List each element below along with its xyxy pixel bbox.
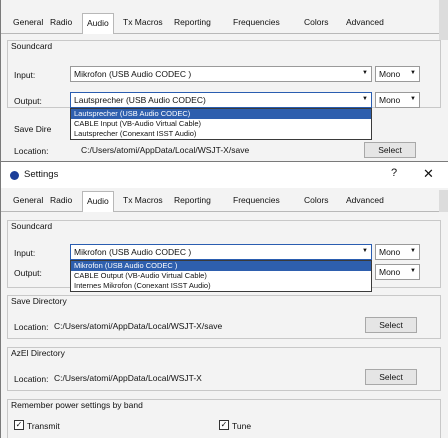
save-location-label: Location: bbox=[14, 322, 49, 332]
window-title: Settings bbox=[24, 169, 59, 180]
save-path-field[interactable]: C:/Users/atomi/AppData/Local/WSJT-X/save bbox=[53, 142, 353, 158]
tab-scroll-edge[interactable] bbox=[439, 190, 448, 212]
save-select-button[interactable]: Select bbox=[364, 142, 416, 158]
close-icon[interactable]: ✕ bbox=[423, 166, 434, 182]
tab-radio[interactable]: Radio bbox=[50, 195, 72, 205]
input-channel-combo[interactable]: Mono ▼ bbox=[375, 66, 420, 82]
output-dropdown-item[interactable]: CABLE Input (VB-Audio Virtual Cable) bbox=[71, 119, 371, 129]
chevron-down-icon: ▼ bbox=[362, 70, 368, 76]
tab-reporting[interactable]: Reporting bbox=[174, 17, 211, 27]
soundcard-label: Soundcard bbox=[11, 41, 53, 51]
save-path-value: C:/Users/atomi/AppData/Local/WSJT-X/save bbox=[81, 145, 250, 155]
azel-location-label: Location: bbox=[14, 374, 49, 384]
tab-audio[interactable]: Audio bbox=[82, 13, 114, 34]
output-label: Output: bbox=[14, 96, 42, 106]
chevron-down-icon: ▼ bbox=[410, 70, 416, 76]
tab-audio[interactable]: Audio bbox=[82, 191, 114, 212]
chevron-down-icon: ▼ bbox=[410, 248, 416, 254]
chevron-down-icon: ▼ bbox=[362, 96, 368, 102]
save-directory-label: Save Directory bbox=[11, 296, 67, 306]
output-channel-combo[interactable]: Mono ▼ bbox=[375, 264, 420, 280]
output-label: Output: bbox=[14, 268, 42, 278]
tab-bar: General Radio Audio Tx Macros Reporting … bbox=[1, 12, 448, 34]
input-combo[interactable]: Mikrofon (USB Audio CODEC ) ▼ bbox=[70, 244, 372, 260]
output-dropdown-list: Lautsprecher (USB Audio CODEC) CABLE Inp… bbox=[70, 108, 372, 140]
input-combo[interactable]: Mikrofon (USB Audio CODEC ) ▼ bbox=[70, 66, 372, 82]
tab-reporting[interactable]: Reporting bbox=[174, 195, 211, 205]
input-channel-value: Mono bbox=[379, 69, 401, 79]
output-dropdown-item[interactable]: Lautsprecher (Conexant ISST Audio) bbox=[71, 129, 371, 139]
azel-path-value: C:/Users/atomi/AppData/Local/WSJT-X bbox=[54, 373, 202, 383]
tab-bar: General Radio Audio Tx Macros Reporting … bbox=[1, 190, 448, 212]
window-titlebar: Settings ? ✕ bbox=[1, 162, 448, 188]
save-location-label: Location: bbox=[14, 146, 49, 156]
input-label: Input: bbox=[14, 248, 36, 258]
tab-general[interactable]: General bbox=[13, 195, 43, 205]
output-value: Lautsprecher (USB Audio CODEC) bbox=[74, 95, 206, 105]
output-channel-combo[interactable]: Mono ▼ bbox=[375, 92, 420, 108]
output-channel-value: Mono bbox=[379, 267, 401, 277]
tab-tx-macros[interactable]: Tx Macros bbox=[123, 17, 163, 27]
save-path-field[interactable]: C:/Users/atomi/AppData/Local/WSJT-X/save bbox=[50, 318, 350, 334]
chevron-down-icon: ▼ bbox=[410, 96, 416, 102]
soundcard-label: Soundcard bbox=[11, 221, 53, 231]
input-value: Mikrofon (USB Audio CODEC ) bbox=[74, 69, 192, 79]
tab-colors[interactable]: Colors bbox=[304, 195, 329, 205]
tab-tx-macros[interactable]: Tx Macros bbox=[123, 195, 163, 205]
tab-colors[interactable]: Colors bbox=[304, 17, 329, 27]
azel-path-field[interactable]: C:/Users/atomi/AppData/Local/WSJT-X bbox=[50, 370, 350, 386]
tab-frequencies[interactable]: Frequencies bbox=[233, 195, 280, 205]
input-value: Mikrofon (USB Audio CODEC ) bbox=[74, 247, 192, 257]
input-dropdown-item[interactable]: Mikrofon (USB Audio CODEC ) bbox=[71, 261, 371, 271]
tab-advanced[interactable]: Advanced bbox=[346, 195, 384, 205]
input-channel-value: Mono bbox=[379, 247, 401, 257]
input-dropdown-list: Mikrofon (USB Audio CODEC ) CABLE Output… bbox=[70, 260, 372, 292]
save-path-value: C:/Users/atomi/AppData/Local/WSJT-X/save bbox=[54, 321, 223, 331]
output-dropdown-item[interactable]: Lautsprecher (USB Audio CODEC) bbox=[71, 109, 371, 119]
power-settings-label: Remember power settings by band bbox=[11, 400, 143, 410]
chevron-down-icon: ▼ bbox=[362, 248, 368, 254]
azel-select-button[interactable]: Select bbox=[365, 369, 417, 385]
transmit-label: Transmit bbox=[27, 421, 60, 431]
input-dropdown-item[interactable]: Internes Mikrofon (Conexant ISST Audio) bbox=[71, 281, 371, 291]
tab-scroll-edge[interactable] bbox=[439, 0, 448, 40]
input-dropdown-item[interactable]: CABLE Output (VB-Audio Virtual Cable) bbox=[71, 271, 371, 281]
settings-window-output-open: General Radio Audio Tx Macros Reporting … bbox=[0, 0, 448, 162]
chevron-down-icon: ▼ bbox=[410, 268, 416, 274]
app-icon bbox=[10, 171, 19, 180]
settings-window-input-open: Settings ? ✕ General Radio Audio Tx Macr… bbox=[0, 162, 448, 438]
save-directory-label: Save Dire bbox=[14, 124, 52, 134]
output-channel-value: Mono bbox=[379, 95, 401, 105]
tab-general[interactable]: General bbox=[13, 17, 43, 27]
tab-radio[interactable]: Radio bbox=[50, 17, 72, 27]
azel-directory-label: AzEl Directory bbox=[11, 348, 65, 358]
input-label: Input: bbox=[14, 70, 36, 80]
input-channel-combo[interactable]: Mono ▼ bbox=[375, 244, 420, 260]
output-combo[interactable]: Lautsprecher (USB Audio CODEC) ▼ bbox=[70, 92, 372, 108]
help-button[interactable]: ? bbox=[391, 167, 397, 179]
tune-label: Tune bbox=[232, 421, 252, 431]
transmit-checkbox[interactable]: ✓ bbox=[14, 420, 24, 430]
save-select-button[interactable]: Select bbox=[365, 317, 417, 333]
tab-advanced[interactable]: Advanced bbox=[346, 17, 384, 27]
tab-frequencies[interactable]: Frequencies bbox=[233, 17, 280, 27]
tune-checkbox[interactable]: ✓ bbox=[219, 420, 229, 430]
